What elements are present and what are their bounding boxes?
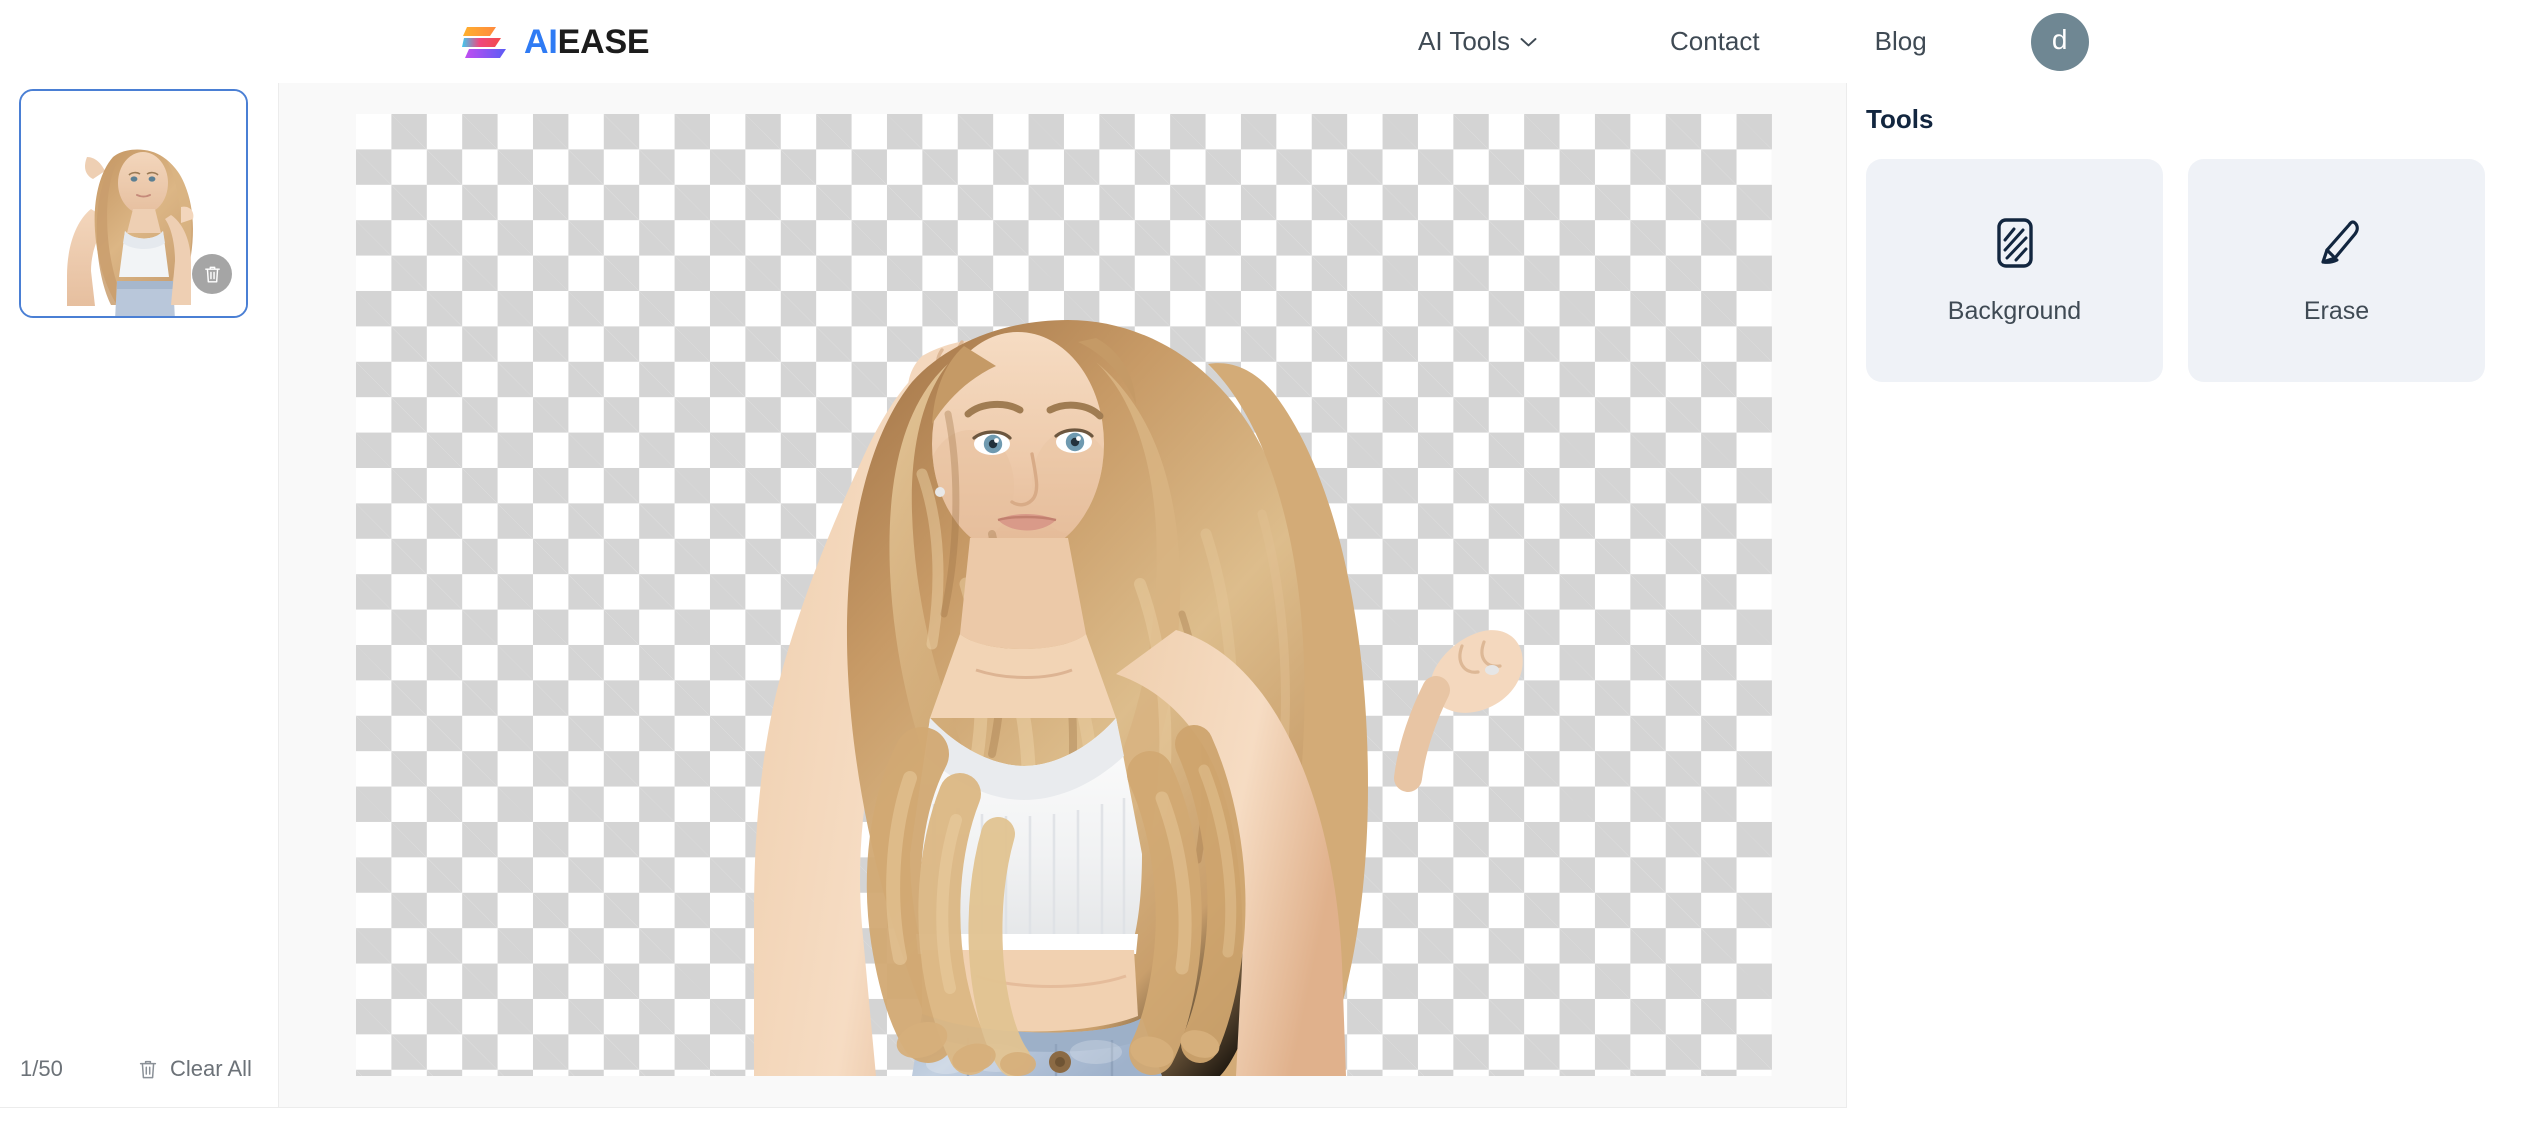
canvas-subject-image (754, 320, 1523, 1076)
brush-icon (2320, 219, 2359, 264)
logo[interactable]: AIEASE (462, 22, 650, 61)
nav-item-ai-tools-label: AI Tools (1418, 26, 1511, 56)
clear-all-label: Clear All (170, 1056, 252, 1081)
app-header: AIEASE AI Tools Contact Blog d (0, 0, 2526, 83)
tool-card-erase-label: Erase (2303, 296, 2370, 325)
sidebar-footer: 1/50 Clear All (0, 1031, 279, 1107)
nav-item-blog[interactable]: Blog (1875, 26, 1927, 57)
chevron-down-icon (1520, 37, 1537, 46)
main-navigation: AI Tools Contact Blog d (1418, 12, 2089, 71)
nav-item-blog-label: Blog (1874, 26, 1927, 56)
tool-card-background-label: Background (1947, 296, 2082, 325)
editor-canvas-area[interactable] (279, 83, 1847, 1108)
transparency-artboard[interactable] (356, 114, 1772, 1076)
image-counter: 1/50 (20, 1056, 63, 1081)
avatar-initial: d (2051, 24, 2068, 55)
trash-icon (139, 1060, 157, 1078)
tool-card-background[interactable]: Background (1866, 159, 2163, 382)
image-list-sidebar: 1/50 Clear All (0, 83, 279, 1108)
nav-item-ai-tools[interactable]: AI Tools (1418, 26, 1537, 57)
aiease-swoosh-logo-icon (462, 26, 506, 58)
background-pattern-icon (1996, 217, 2033, 268)
logo-text-ease: EASE (557, 22, 650, 61)
logo-text-ai: AI (524, 22, 558, 61)
avatar[interactable]: d (2030, 12, 2089, 71)
trash-icon (204, 266, 220, 283)
tool-card-erase[interactable]: Erase (2188, 159, 2485, 382)
thumbnail-item[interactable] (19, 89, 248, 318)
tool-card-list: Background Erase (1866, 159, 2485, 382)
tools-panel: Tools Background Erase (1847, 83, 2526, 1138)
tools-panel-title: Tools (1866, 104, 1934, 134)
logo-text: AIEASE (524, 22, 650, 61)
nav-item-contact[interactable]: Contact (1670, 26, 1760, 57)
clear-all-button[interactable]: Clear All (138, 1056, 252, 1082)
thumbnail-delete-button[interactable] (192, 254, 232, 294)
nav-item-contact-label: Contact (1670, 26, 1760, 56)
